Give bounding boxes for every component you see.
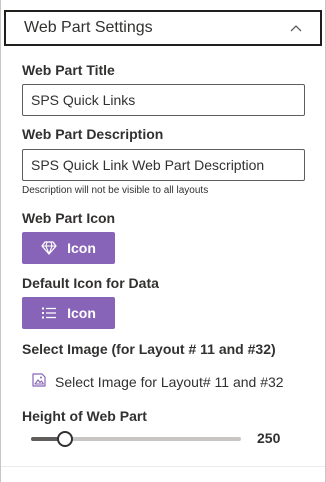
web-part-description-label: Web Part Description bbox=[22, 126, 164, 142]
select-image-button[interactable]: Select Image for Layout# 11 and #32 bbox=[31, 372, 284, 391]
default-icon-button-label: Icon bbox=[67, 305, 96, 321]
image-icon bbox=[31, 372, 47, 391]
web-part-icon-label: Web Part Icon bbox=[22, 210, 116, 226]
height-value: 250 bbox=[257, 430, 281, 446]
web-part-title-input[interactable]: SPS Quick Links bbox=[22, 84, 305, 116]
default-icon-button[interactable]: Icon bbox=[22, 297, 115, 329]
height-slider[interactable] bbox=[31, 431, 241, 447]
list-icon bbox=[41, 306, 57, 320]
section-title: Web Part Settings bbox=[24, 19, 153, 36]
property-pane: Web Part Settings Web Part Title SPS Qui… bbox=[0, 0, 326, 482]
chevron-up-icon[interactable] bbox=[290, 22, 302, 34]
height-label: Height of Web Part bbox=[22, 408, 147, 424]
web-part-title-label: Web Part Title bbox=[22, 62, 115, 78]
web-part-title-value: SPS Quick Links bbox=[31, 92, 136, 108]
select-image-button-label: Select Image for Layout# 11 and #32 bbox=[55, 373, 284, 390]
web-part-description-value: SPS Quick Link Web Part Description bbox=[31, 157, 265, 173]
divider bbox=[1, 466, 325, 467]
select-image-label: Select Image (for Layout # 11 and #32) bbox=[22, 341, 276, 357]
web-part-icon-button-label: Icon bbox=[67, 240, 96, 256]
default-icon-label: Default Icon for Data bbox=[22, 275, 159, 291]
height-slider-thumb[interactable] bbox=[56, 431, 73, 447]
web-part-icon-button[interactable]: Icon bbox=[22, 232, 115, 264]
web-part-description-input[interactable]: SPS Quick Link Web Part Description bbox=[22, 149, 305, 181]
web-part-settings-header[interactable]: Web Part Settings bbox=[4, 10, 322, 46]
diamond-icon bbox=[41, 241, 57, 255]
description-hint: Description will not be visible to all l… bbox=[22, 185, 209, 196]
